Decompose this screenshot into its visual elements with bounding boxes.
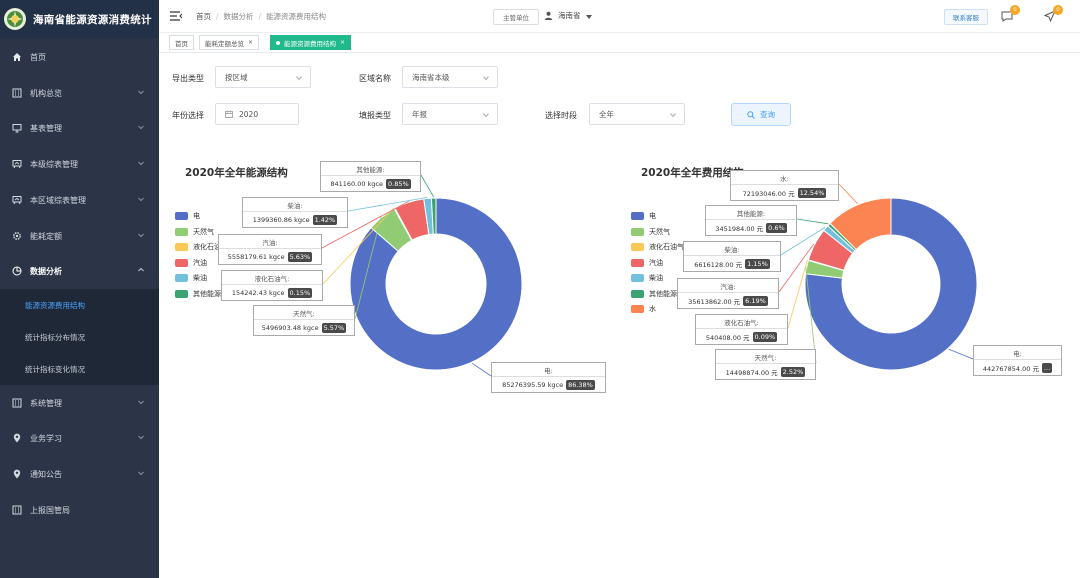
data-label-value: 85276395.59 kgce 86.38% (502, 379, 595, 390)
energy-leader-line (420, 174, 435, 198)
data-label-value: 35613862.00 元 6.19% (688, 295, 768, 306)
data-label-name: 电: (492, 363, 605, 377)
cost-leader-line (838, 183, 858, 204)
data-label-value: 5496903.48 kgce 5.57% (261, 322, 347, 333)
data-label-value: 14498874.00 元 2.52% (725, 366, 806, 377)
data-label-value: 442767854.00 元... (982, 362, 1053, 373)
cost-data-label: 柴油: 6616128.00 元 1.15% (683, 241, 781, 272)
data-label-value: 154242.43 kgce 0.15% (231, 287, 313, 298)
data-label-name: 柴油: (684, 242, 780, 256)
data-label-value: 1399360.86 kgce 1.42% (252, 214, 338, 225)
energy-data-label: 汽油: 5558179.61 kgce 5.63% (218, 234, 322, 265)
data-label-name: 电: (974, 346, 1061, 360)
data-label-name: 水: (731, 171, 838, 185)
cost-data-label: 汽油: 35613862.00 元 6.19% (677, 278, 779, 309)
charts-canvas (321, 174, 978, 377)
data-label-percent: ... (1041, 362, 1053, 373)
data-label-percent: 1.42% (312, 214, 338, 225)
energy-leader-line (471, 362, 492, 377)
data-label-name: 液化石油气: (222, 271, 322, 285)
cost-leader-line (796, 218, 829, 225)
data-label-value: 6616128.00 元 1.15% (694, 258, 770, 269)
data-label-name: 天然气: (254, 306, 354, 320)
data-label-percent: 12.54% (797, 187, 827, 198)
data-label-name: 汽油: (678, 279, 778, 293)
data-label-value: 540408.00 元 0.09% (705, 331, 778, 342)
data-label-percent: 5.57% (321, 322, 347, 333)
data-label-name: 液化石油气: (696, 315, 787, 329)
data-label-value: 5558179.61 kgce 5.63% (227, 251, 313, 262)
energy-data-label: 液化石油气: 154242.43 kgce 0.15% (221, 270, 323, 301)
data-label-name: 汽油: (219, 235, 321, 249)
data-label-percent: 0.09% (752, 331, 778, 342)
energy-data-label: 天然气: 5496903.48 kgce 5.57% (253, 305, 355, 336)
data-label-percent: 6.19% (743, 295, 768, 306)
data-label-percent: 0.6% (766, 222, 787, 233)
cost-leader-line (787, 259, 808, 329)
cost-data-label: 液化石油气: 540408.00 元 0.09% (695, 314, 788, 345)
energy-data-label: 其他能源: 841160.00 kgce 0.85% (320, 161, 421, 192)
data-label-name: 其他能源: (321, 162, 420, 176)
data-label-name: 柴油: (243, 198, 347, 212)
data-label-percent: 5.63% (287, 251, 313, 262)
data-label-percent: 0.85% (386, 178, 411, 189)
data-label-value: 3451984.00 元 0.6% (715, 222, 787, 233)
cost-leader-line (948, 348, 974, 360)
data-label-name: 天然气: (716, 350, 815, 364)
data-label-name: 其他能源: (706, 206, 796, 220)
energy-data-label: 电: 85276395.59 kgce 86.38% (491, 362, 606, 393)
data-label-value: 841160.00 kgce 0.85% (330, 178, 411, 189)
cost-data-label: 天然气: 14498874.00 元 2.52% (715, 349, 816, 380)
data-label-value: 72193046.00 元 12.54% (742, 187, 827, 198)
data-label-percent: 1.15% (745, 258, 770, 269)
data-label-percent: 86.38% (566, 379, 595, 390)
data-label-percent: 2.52% (780, 366, 806, 377)
cost-data-label: 电: 442767854.00 元... (973, 345, 1062, 376)
energy-data-label: 柴油: 1399360.86 kgce 1.42% (242, 197, 348, 228)
cost-data-label: 其他能源: 3451984.00 元 0.6% (705, 205, 797, 236)
cost-data-label: 水: 72193046.00 元 12.54% (730, 170, 839, 201)
data-label-percent: 0.15% (287, 287, 313, 298)
